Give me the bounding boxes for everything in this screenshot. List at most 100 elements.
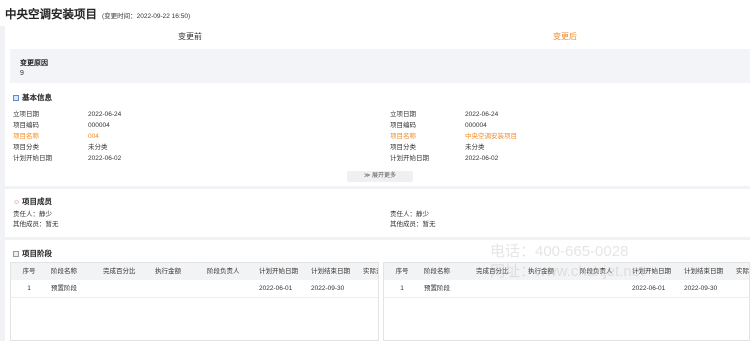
table-cell: 2022-06-01 (259, 285, 293, 292)
field-row-changed: 项目名称 004 (13, 131, 121, 142)
field-label: 项目编码 (13, 122, 39, 129)
table-header: 序号 阶段名称 完成百分比 执行金额 阶段负责人 计划开始日期 计划结束日期 实… (11, 263, 378, 280)
field-label: 项目分类 (390, 144, 416, 151)
change-reason-label: 变更原因 (20, 60, 48, 67)
table-cell (203, 280, 255, 297)
table-cell (576, 280, 628, 297)
header-cell: 计划开始日期 (632, 268, 671, 275)
change-time: (变更时间：2022-09-22 16:50) (101, 13, 191, 20)
field-label: 项目分类 (13, 144, 39, 151)
table-cell: 2022-06-01 (632, 285, 666, 292)
members-after: 责任人：静少 其他成员：暂无 (390, 210, 436, 230)
field-value: 000004 (88, 122, 110, 129)
field-label: 项目名称 (13, 133, 39, 140)
table-cell (732, 280, 749, 297)
field-row: 项目分类 未分类 (13, 142, 121, 153)
header-cell: 计划开始日期 (259, 268, 298, 275)
table-row: 1 预置阶段 2022-06-01 2022-09-30 (384, 280, 749, 298)
members-before: 责任人：静少 其他成员：暂无 (13, 210, 59, 230)
owner-text: 责任人：静少 (13, 211, 52, 218)
basic-after-list: 立项日期 2022-06-24 项目编码 000004 项目名称 中央空调安装项目 项… (390, 109, 517, 164)
header-cell: 计划结束日期 (311, 268, 350, 275)
other-members-text: 其他成员：暂无 (390, 221, 436, 228)
header-cell: 完成百分比 (103, 268, 136, 275)
field-value: 004 (88, 133, 99, 140)
table-row: 1 预置阶段 2022-06-01 2022-09-30 (11, 280, 378, 298)
table-cell: 2022-09-30 (311, 285, 345, 292)
owner-text: 责任人：静少 (390, 211, 429, 218)
table-body: 1 预置阶段 2022-06-01 2022-09-30 (11, 280, 378, 298)
header-cell: 执行金额 (155, 268, 181, 275)
header-cell: 阶段负责人 (207, 268, 240, 275)
header-cell: 实际开始 (736, 268, 749, 275)
field-label: 计划开始日期 (390, 155, 429, 162)
table-cell: 预置阶段 (424, 285, 450, 292)
field-value: 未分类 (465, 144, 485, 151)
header-cell: 执行金额 (528, 268, 554, 275)
field-row: 计划开始日期 2022-06-02 (13, 153, 121, 164)
header-cell: 实际开始 (363, 268, 378, 275)
change-reason-value: 9 (20, 70, 24, 77)
header-cell: 阶段名称 (424, 268, 450, 275)
stages-panel: 项目阶段 序号 阶段名称 完成百分比 执行金额 阶段负责人 计划开始日期 计划结… (5, 240, 750, 341)
field-row: 计划开始日期 2022-06-02 (390, 153, 517, 164)
table-icon (13, 250, 19, 257)
field-value: 2022-06-02 (88, 155, 122, 162)
field-value: 未分类 (88, 144, 108, 151)
field-row: 项目分类 未分类 (390, 142, 517, 153)
members-label: 项目成员 (22, 197, 52, 206)
field-row-changed: 项目名称 中央空调安装项目 (390, 131, 517, 142)
field-label: 项目名称 (390, 133, 416, 140)
field-row: 立项日期 2022-06-24 (390, 109, 517, 120)
table-cell: 预置阶段 (51, 285, 77, 292)
before-column-header: 变更前 (178, 32, 202, 41)
field-label: 立项日期 (390, 111, 416, 118)
field-row: 项目编码 000004 (13, 120, 121, 131)
basic-info-title: 基本信息 (13, 92, 52, 103)
after-column-header: 变更后 (553, 32, 577, 41)
table-body: 1 预置阶段 2022-06-01 2022-09-30 (384, 280, 749, 298)
table-cell (151, 280, 203, 297)
field-label: 项目编码 (390, 122, 416, 129)
field-label: 立项日期 (13, 111, 39, 118)
table-header: 序号 阶段名称 完成百分比 执行金额 阶段负责人 计划开始日期 计划结束日期 实… (384, 263, 749, 280)
field-label: 计划开始日期 (13, 155, 52, 162)
table-cell (472, 280, 524, 297)
table-cell: 2022-09-30 (684, 285, 718, 292)
members-title: ☺ 项目成员 (13, 196, 52, 207)
header-cell: 阶段负责人 (580, 268, 613, 275)
stages-table-after: 序号 阶段名称 完成百分比 执行金额 阶段负责人 计划开始日期 计划结束日期 实… (383, 262, 750, 341)
table-cell (99, 280, 151, 297)
field-value: 2022-06-02 (465, 155, 499, 162)
header-cell: 阶段名称 (51, 268, 77, 275)
header-cell: 序号 (22, 268, 36, 275)
page-title: 中央空调安装项目 (5, 9, 97, 21)
basic-panel: 变更前 变更后 变更原因 9 基本信息 立项日期 2022-06-24 项目编码 0… (5, 21, 750, 186)
header-cell: 计划结束日期 (684, 268, 723, 275)
basic-info-label: 基本信息 (22, 93, 52, 102)
field-value: 2022-06-24 (465, 111, 499, 118)
other-members-text: 其他成员：暂无 (13, 221, 59, 228)
field-value: 中央空调安装项目 (465, 133, 517, 140)
stages-table-before: 序号 阶段名称 完成百分比 执行金额 阶段负责人 计划开始日期 计划结束日期 实… (10, 262, 379, 341)
chevron-down-icon: ≫ (364, 173, 371, 179)
table-cell (524, 280, 576, 297)
expand-more-label: 展开更多 (371, 173, 396, 179)
field-value: 000004 (465, 122, 487, 129)
stages-label: 项目阶段 (22, 249, 52, 258)
header-cell: 序号 (395, 268, 409, 275)
members-panel: ☺ 项目成员 责任人：静少 其他成员：暂无 责任人：静少 其他成员：暂无 (5, 189, 750, 237)
info-icon (13, 94, 19, 101)
field-row: 立项日期 2022-06-24 (13, 109, 121, 120)
table-cell: 1 (400, 285, 404, 292)
basic-before-list: 立项日期 2022-06-24 项目编码 000004 项目名称 004 项目分类 未分… (13, 109, 121, 164)
user-icon: ☺ (13, 198, 21, 206)
change-reason-box: 变更原因 9 (10, 49, 750, 83)
expand-more-button[interactable]: ≫ 展开更多 (347, 171, 413, 182)
field-row: 项目编码 000004 (390, 120, 517, 131)
header-cell: 完成百分比 (476, 268, 509, 275)
table-cell: 1 (27, 285, 31, 292)
stages-title: 项目阶段 (13, 248, 52, 259)
field-value: 2022-06-24 (88, 111, 122, 118)
table-cell (359, 280, 378, 297)
